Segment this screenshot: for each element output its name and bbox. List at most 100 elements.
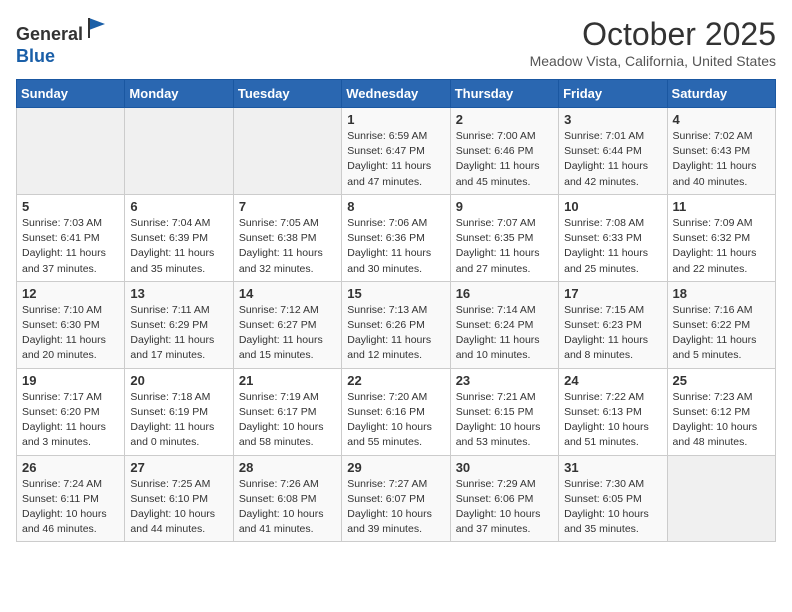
calendar-cell: 15 Sunrise: 7:13 AM Sunset: 6:26 PM Dayli…	[342, 281, 450, 368]
calendar-cell: 29 Sunrise: 7:27 AM Sunset: 6:07 PM Dayli…	[342, 455, 450, 542]
calendar-cell: 17 Sunrise: 7:15 AM Sunset: 6:23 PM Dayli…	[559, 281, 667, 368]
day-info: Sunrise: 7:10 AM Sunset: 6:30 PM Dayligh…	[22, 303, 119, 364]
day-info: Sunrise: 7:13 AM Sunset: 6:26 PM Dayligh…	[347, 303, 444, 364]
day-number: 24	[564, 373, 661, 388]
month-title: October 2025	[530, 16, 776, 53]
day-number: 25	[673, 373, 770, 388]
calendar-cell: 23Sunrise: 7:21 AM Sunset: 6:15 PM Dayli…	[450, 368, 558, 455]
day-number: 22	[347, 373, 444, 388]
day-number: 2	[456, 112, 553, 127]
day-info: Sunrise: 7:07 AM Sunset: 6:35 PM Dayligh…	[456, 216, 553, 277]
day-info: Sunrise: 7:14 AM Sunset: 6:24 PM Dayligh…	[456, 303, 553, 364]
calendar-cell: 22Sunrise: 7:20 AM Sunset: 6:16 PM Dayli…	[342, 368, 450, 455]
day-info: Sunrise: 7:03 AM Sunset: 6:41 PM Dayligh…	[22, 216, 119, 277]
day-number: 1	[347, 112, 444, 127]
calendar-week-row: 12 Sunrise: 7:10 AM Sunset: 6:30 PM Dayli…	[17, 281, 776, 368]
calendar-cell: 7 Sunrise: 7:05 AM Sunset: 6:38 PM Daylig…	[233, 194, 341, 281]
calendar-cell	[233, 108, 341, 195]
day-info: Sunrise: 7:18 AM Sunset: 6:19 PM Dayligh…	[130, 390, 227, 451]
day-number: 16	[456, 286, 553, 301]
weekday-header: Saturday	[667, 80, 775, 108]
calendar-header-row: SundayMondayTuesdayWednesdayThursdayFrid…	[17, 80, 776, 108]
day-info: Sunrise: 7:22 AM Sunset: 6:13 PM Dayligh…	[564, 390, 661, 451]
day-info: Sunrise: 7:02 AM Sunset: 6:43 PM Dayligh…	[673, 129, 770, 190]
calendar-cell: 21 Sunrise: 7:19 AM Sunset: 6:17 PM Dayli…	[233, 368, 341, 455]
weekday-header: Wednesday	[342, 80, 450, 108]
day-number: 11	[673, 199, 770, 214]
calendar-cell: 12 Sunrise: 7:10 AM Sunset: 6:30 PM Dayli…	[17, 281, 125, 368]
calendar-cell: 19 Sunrise: 7:17 AM Sunset: 6:20 PM Dayli…	[17, 368, 125, 455]
day-number: 19	[22, 373, 119, 388]
calendar-cell: 2 Sunrise: 7:00 AM Sunset: 6:46 PM Daylig…	[450, 108, 558, 195]
day-info: Sunrise: 7:23 AM Sunset: 6:12 PM Dayligh…	[673, 390, 770, 451]
day-number: 7	[239, 199, 336, 214]
calendar-table: SundayMondayTuesdayWednesdayThursdayFrid…	[16, 79, 776, 542]
calendar-cell	[667, 455, 775, 542]
weekday-header: Sunday	[17, 80, 125, 108]
calendar-cell	[17, 108, 125, 195]
calendar-cell: 13 Sunrise: 7:11 AM Sunset: 6:29 PM Dayli…	[125, 281, 233, 368]
day-info: Sunrise: 7:11 AM Sunset: 6:29 PM Dayligh…	[130, 303, 227, 364]
day-number: 17	[564, 286, 661, 301]
calendar-cell: 3 Sunrise: 7:01 AM Sunset: 6:44 PM Daylig…	[559, 108, 667, 195]
day-info: Sunrise: 7:05 AM Sunset: 6:38 PM Dayligh…	[239, 216, 336, 277]
calendar-cell: 16 Sunrise: 7:14 AM Sunset: 6:24 PM Dayli…	[450, 281, 558, 368]
day-number: 31	[564, 460, 661, 475]
weekday-header: Monday	[125, 80, 233, 108]
day-info: Sunrise: 7:16 AM Sunset: 6:22 PM Dayligh…	[673, 303, 770, 364]
day-info: Sunrise: 7:19 AM Sunset: 6:17 PM Dayligh…	[239, 390, 336, 451]
day-info: Sunrise: 7:25 AM Sunset: 6:10 PM Dayligh…	[130, 477, 227, 538]
day-info: Sunrise: 7:26 AM Sunset: 6:08 PM Dayligh…	[239, 477, 336, 538]
calendar-cell: 6Sunrise: 7:04 AM Sunset: 6:39 PM Daylig…	[125, 194, 233, 281]
calendar-cell: 11 Sunrise: 7:09 AM Sunset: 6:32 PM Dayli…	[667, 194, 775, 281]
calendar-week-row: 26Sunrise: 7:24 AM Sunset: 6:11 PM Dayli…	[17, 455, 776, 542]
page-header: General Blue October 2025 Meadow Vista, …	[16, 16, 776, 69]
day-info: Sunrise: 7:17 AM Sunset: 6:20 PM Dayligh…	[22, 390, 119, 451]
day-info: Sunrise: 7:15 AM Sunset: 6:23 PM Dayligh…	[564, 303, 661, 364]
logo: General Blue	[16, 16, 109, 67]
day-number: 21	[239, 373, 336, 388]
weekday-header: Thursday	[450, 80, 558, 108]
day-info: Sunrise: 7:09 AM Sunset: 6:32 PM Dayligh…	[673, 216, 770, 277]
day-info: Sunrise: 7:01 AM Sunset: 6:44 PM Dayligh…	[564, 129, 661, 190]
calendar-cell: 28 Sunrise: 7:26 AM Sunset: 6:08 PM Dayli…	[233, 455, 341, 542]
day-number: 12	[22, 286, 119, 301]
day-number: 10	[564, 199, 661, 214]
calendar-cell: 9Sunrise: 7:07 AM Sunset: 6:35 PM Daylig…	[450, 194, 558, 281]
day-number: 8	[347, 199, 444, 214]
location-subtitle: Meadow Vista, California, United States	[530, 53, 776, 69]
day-number: 27	[130, 460, 227, 475]
weekday-header: Friday	[559, 80, 667, 108]
calendar-week-row: 19 Sunrise: 7:17 AM Sunset: 6:20 PM Dayli…	[17, 368, 776, 455]
day-info: Sunrise: 7:04 AM Sunset: 6:39 PM Dayligh…	[130, 216, 227, 277]
day-number: 18	[673, 286, 770, 301]
logo-blue: Blue	[16, 46, 55, 66]
logo-general: General	[16, 24, 83, 44]
day-info: Sunrise: 7:00 AM Sunset: 6:46 PM Dayligh…	[456, 129, 553, 190]
calendar-cell: 27 Sunrise: 7:25 AM Sunset: 6:10 PM Dayli…	[125, 455, 233, 542]
title-block: October 2025 Meadow Vista, California, U…	[530, 16, 776, 69]
day-number: 23	[456, 373, 553, 388]
day-number: 29	[347, 460, 444, 475]
calendar-cell: 18 Sunrise: 7:16 AM Sunset: 6:22 PM Dayli…	[667, 281, 775, 368]
day-number: 13	[130, 286, 227, 301]
day-info: Sunrise: 7:27 AM Sunset: 6:07 PM Dayligh…	[347, 477, 444, 538]
calendar-cell: 26Sunrise: 7:24 AM Sunset: 6:11 PM Dayli…	[17, 455, 125, 542]
calendar-cell: 20Sunrise: 7:18 AM Sunset: 6:19 PM Dayli…	[125, 368, 233, 455]
calendar-cell: 10Sunrise: 7:08 AM Sunset: 6:33 PM Dayli…	[559, 194, 667, 281]
day-number: 30	[456, 460, 553, 475]
calendar-cell: 25 Sunrise: 7:23 AM Sunset: 6:12 PM Dayli…	[667, 368, 775, 455]
day-info: Sunrise: 7:29 AM Sunset: 6:06 PM Dayligh…	[456, 477, 553, 538]
day-info: Sunrise: 7:12 AM Sunset: 6:27 PM Dayligh…	[239, 303, 336, 364]
day-number: 5	[22, 199, 119, 214]
weekday-header: Tuesday	[233, 80, 341, 108]
calendar-week-row: 5 Sunrise: 7:03 AM Sunset: 6:41 PM Daylig…	[17, 194, 776, 281]
day-number: 3	[564, 112, 661, 127]
day-number: 28	[239, 460, 336, 475]
day-info: Sunrise: 7:30 AM Sunset: 6:05 PM Dayligh…	[564, 477, 661, 538]
day-number: 4	[673, 112, 770, 127]
calendar-cell: 24 Sunrise: 7:22 AM Sunset: 6:13 PM Dayli…	[559, 368, 667, 455]
day-info: Sunrise: 6:59 AM Sunset: 6:47 PM Dayligh…	[347, 129, 444, 190]
day-number: 15	[347, 286, 444, 301]
calendar-week-row: 1 Sunrise: 6:59 AM Sunset: 6:47 PM Daylig…	[17, 108, 776, 195]
